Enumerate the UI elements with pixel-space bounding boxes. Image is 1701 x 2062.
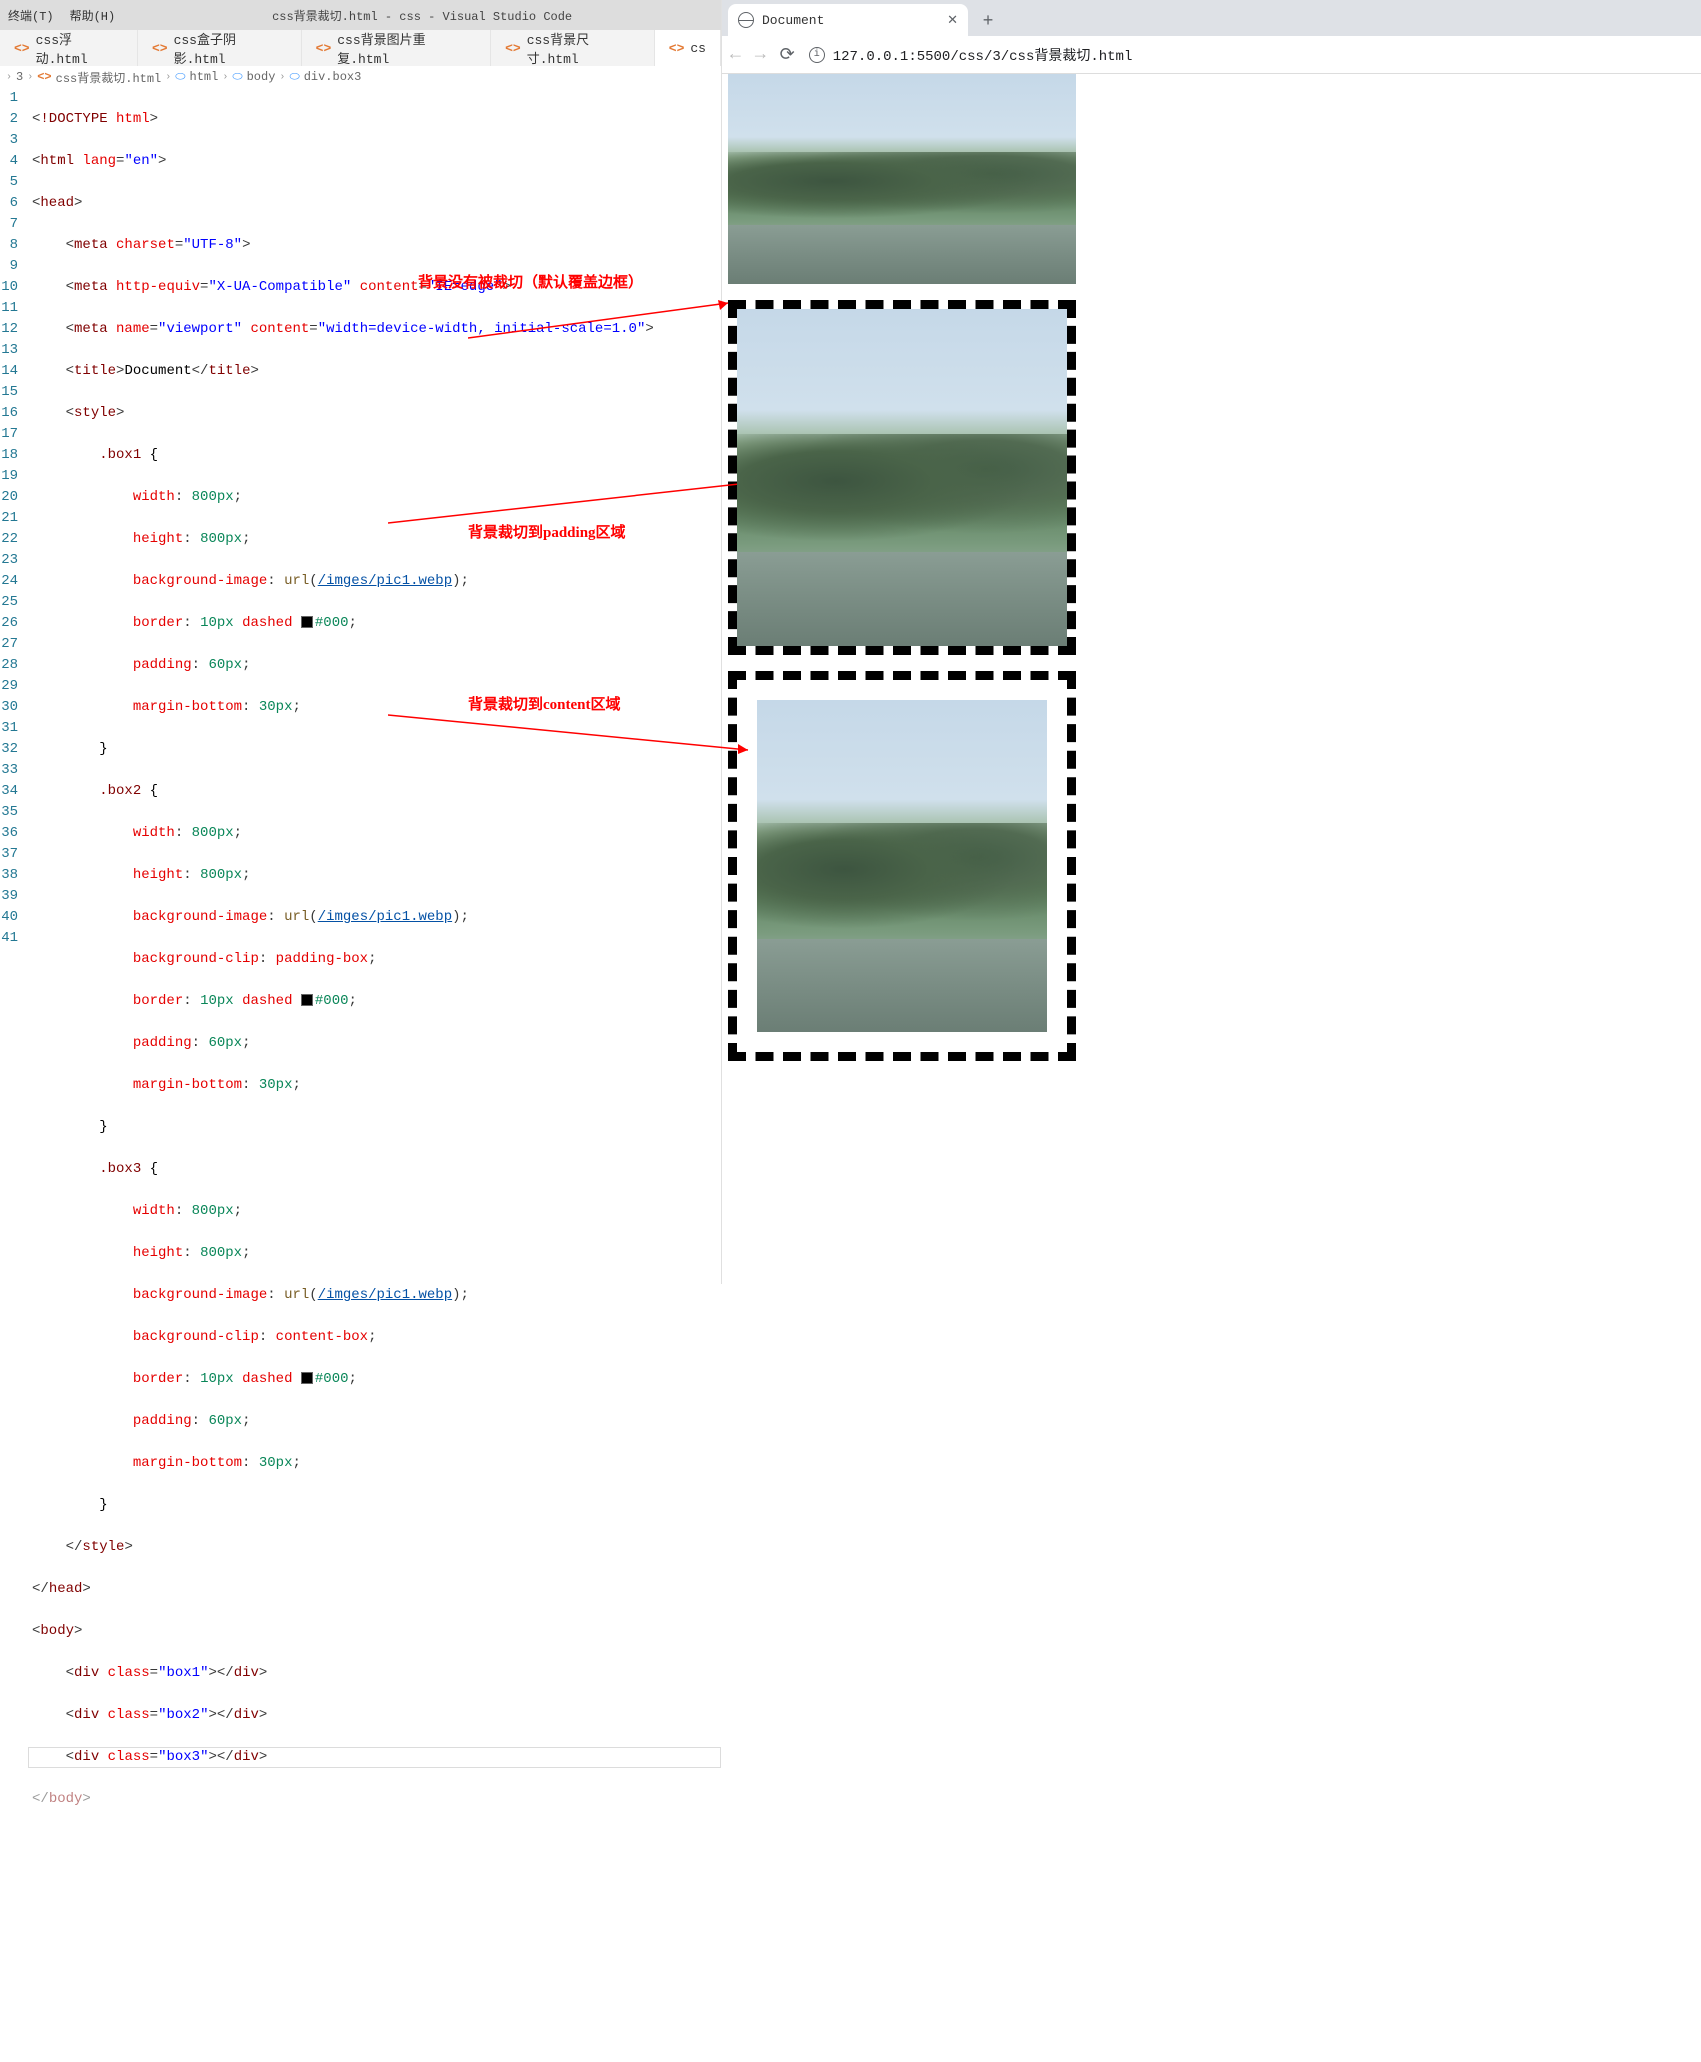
browser-window: Document ✕ + ← → ⟳ i 127.0.0.1:5500/css/… [722, 0, 1701, 1284]
tab-float[interactable]: <>css浮动.html [0, 30, 138, 66]
tab-repeat[interactable]: <>css背景图片重复.html [302, 30, 491, 66]
code-area[interactable]: <!DOCTYPE html> <html lang="en"> <head> … [28, 88, 721, 1284]
html-icon: <> [505, 41, 521, 56]
back-button[interactable]: ← [730, 45, 741, 65]
tab-size[interactable]: <>css背景尺寸.html [491, 30, 655, 66]
forward-button[interactable]: → [755, 45, 766, 65]
tab-clip[interactable]: <>cs [655, 30, 721, 66]
tag-icon: ⬭ [289, 70, 299, 84]
html-icon: <> [316, 41, 332, 56]
annotation-3: 背景裁切到content区域 [468, 695, 621, 716]
info-icon[interactable]: i [809, 47, 825, 63]
menu-terminal[interactable]: 终端(T) [0, 7, 62, 24]
new-tab-button[interactable]: + [974, 8, 1002, 36]
html-icon: <> [37, 70, 51, 84]
vscode-window: 终端(T) 帮助(H) css背景裁切.html - css - Visual … [0, 0, 722, 1284]
chevron-right-icon: › [27, 72, 33, 83]
address-bar[interactable]: i 127.0.0.1:5500/css/3/css背景裁切.html [809, 45, 1693, 65]
color-swatch-icon [301, 1372, 313, 1384]
annotation-1: 背景没有被裁切（默认覆盖边框） [418, 273, 643, 294]
reload-button[interactable]: ⟳ [780, 44, 795, 66]
browser-toolbar: ← → ⟳ i 127.0.0.1:5500/css/3/css背景裁切.htm… [722, 36, 1701, 74]
color-swatch-icon [301, 616, 313, 628]
globe-icon [738, 12, 754, 28]
preview-box2 [728, 300, 1076, 655]
color-swatch-icon [301, 994, 313, 1006]
editor-tabs: <>css浮动.html <>css盒子阴影.html <>css背景图片重复.… [0, 30, 721, 66]
tab-title: Document [762, 13, 824, 28]
title-bar: 终端(T) 帮助(H) css背景裁切.html - css - Visual … [0, 0, 721, 30]
chevron-right-icon: › [165, 72, 171, 83]
preview-box1 [728, 74, 1076, 284]
tag-icon: ⬭ [175, 70, 185, 84]
chevron-right-icon: › [222, 72, 228, 83]
annotation-2: 背景裁切到padding区域 [468, 523, 626, 544]
tag-icon: ⬭ [232, 70, 242, 84]
menu-help[interactable]: 帮助(H) [62, 7, 124, 24]
code-editor[interactable]: 1234567891011121314151617181920212223242… [0, 88, 721, 1284]
page-viewport[interactable] [722, 74, 1701, 1284]
breadcrumb[interactable]: › 3 › <> css背景裁切.html › ⬭ html › ⬭ body … [0, 66, 721, 88]
url-text: 127.0.0.1:5500/css/3/css背景裁切.html [833, 45, 1133, 65]
tab-shadow[interactable]: <>css盒子阴影.html [138, 30, 302, 66]
line-numbers: 1234567891011121314151617181920212223242… [0, 88, 28, 1284]
browser-tab-strip: Document ✕ + [722, 0, 1701, 36]
html-icon: <> [152, 41, 168, 56]
browser-tab[interactable]: Document ✕ [728, 4, 968, 36]
html-icon: <> [14, 41, 30, 56]
chevron-right-icon: › [6, 72, 12, 83]
preview-box3 [728, 671, 1076, 1061]
chevron-right-icon: › [279, 72, 285, 83]
html-icon: <> [669, 41, 685, 56]
close-icon[interactable]: ✕ [947, 13, 958, 28]
window-title: css背景裁切.html - css - Visual Studio Code [123, 7, 721, 24]
